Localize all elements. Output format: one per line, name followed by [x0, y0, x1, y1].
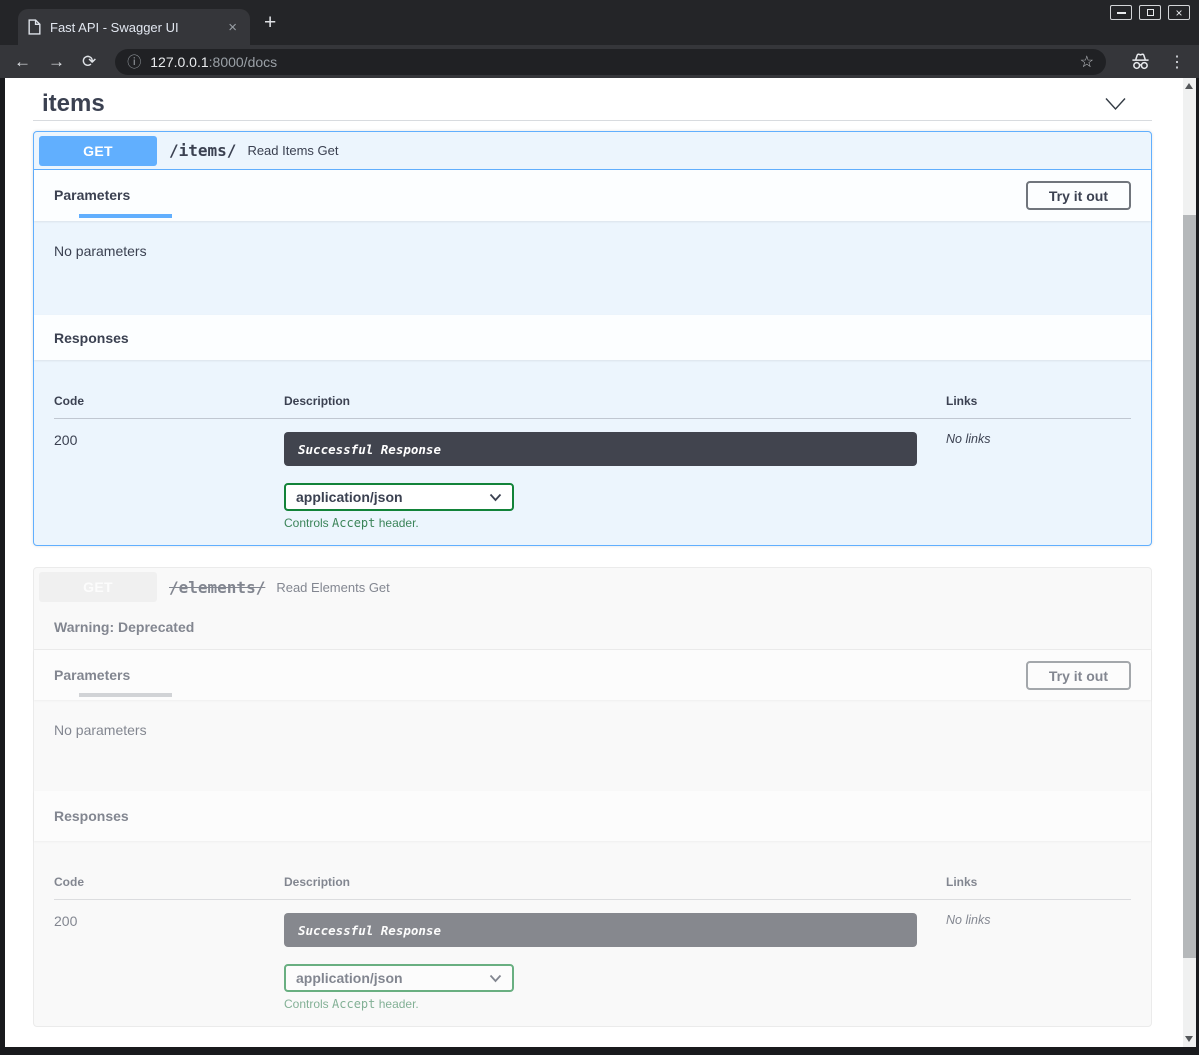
document-icon [28, 19, 41, 35]
scrollbar-thumb[interactable] [1183, 215, 1196, 958]
no-parameters-text: No parameters [34, 700, 1151, 791]
reload-button[interactable]: ⟳ [82, 53, 96, 70]
responses-title: Responses [54, 330, 129, 346]
response-description-text: Successful Response [298, 923, 441, 938]
back-button[interactable]: ← [14, 53, 31, 70]
browser-toolbar: ← → ⟳ ⓘ 127.0.0.1:8000/docs ☆ ⋮ [0, 45, 1199, 78]
responses-table: Code Description Links 200 Successful Re… [34, 360, 1151, 545]
scroll-down-arrow-icon[interactable] [1185, 1036, 1193, 1042]
opblock-get-items: GET /items/ Read Items Get Parameters Tr… [33, 131, 1152, 546]
response-row: 200 Successful Response application/json… [54, 419, 1131, 530]
accept-header-note: Controls Accept header. [284, 997, 946, 1011]
active-tab-indicator [79, 214, 172, 218]
operation-summary-text: Read Items Get [247, 143, 338, 158]
operation-path: /items/ [169, 141, 236, 160]
response-description-block: Successful Response [284, 432, 917, 466]
star-icon[interactable]: ☆ [1080, 52, 1094, 72]
close-button[interactable]: × [1168, 5, 1190, 20]
chevron-down-icon [489, 493, 502, 502]
tab-close-icon[interactable]: × [225, 20, 240, 35]
responses-table-head: Code Description Links [54, 875, 1131, 900]
parameters-header: Parameters Try it out [34, 650, 1151, 700]
response-description-cell: Successful Response application/json Con… [284, 913, 946, 1011]
window-controls: × [1110, 5, 1190, 20]
response-row: 200 Successful Response application/json [54, 900, 1131, 1011]
response-links: No links [946, 432, 1131, 530]
accept-header-note: Controls Accept header. [284, 516, 946, 530]
response-description-block: Successful Response [284, 913, 917, 947]
maximize-icon [1147, 9, 1154, 16]
url-text: 127.0.0.1:8000/docs [150, 54, 277, 70]
response-code: 200 [54, 913, 284, 1011]
url-host: 127.0.0.1 [150, 54, 208, 70]
parameters-header: Parameters Try it out [34, 170, 1151, 221]
operation-summary[interactable]: GET /elements/ Read Elements Get [34, 568, 1151, 606]
address-bar[interactable]: ⓘ 127.0.0.1:8000/docs ☆ [115, 49, 1106, 75]
links-column-header: Links [946, 875, 1131, 889]
opblock-get-elements-deprecated: GET /elements/ Read Elements Get Warning… [33, 567, 1152, 1027]
parameters-title: Parameters [54, 187, 130, 203]
links-column-header: Links [946, 394, 1131, 408]
method-badge: GET [39, 572, 157, 602]
active-tab-indicator [79, 693, 172, 697]
response-description-cell: Successful Response application/json Con… [284, 432, 946, 530]
chevron-down-icon[interactable] [1104, 97, 1127, 111]
page-viewport: items GET /items/ Read Items Get Paramet… [5, 78, 1183, 1047]
forward-button[interactable]: → [48, 53, 65, 70]
no-parameters-text: No parameters [34, 221, 1151, 315]
tag-section-header[interactable]: items [33, 78, 1152, 121]
responses-header: Responses [34, 315, 1151, 360]
try-it-out-button[interactable]: Try it out [1026, 181, 1131, 210]
minimize-button[interactable] [1110, 5, 1132, 20]
scroll-up-arrow-icon[interactable] [1185, 83, 1193, 89]
tag-title: items [42, 90, 105, 118]
responses-title: Responses [54, 808, 129, 824]
operation-path: /elements/ [169, 578, 265, 597]
info-circle-icon[interactable]: ⓘ [127, 52, 141, 72]
operation-summary-text: Read Elements Get [276, 580, 389, 595]
try-it-out-button[interactable]: Try it out [1026, 661, 1131, 690]
minimize-icon [1117, 12, 1126, 14]
code-column-header: Code [54, 875, 284, 889]
url-path: :8000/docs [209, 54, 278, 70]
incognito-icon[interactable] [1129, 52, 1152, 71]
parameters-title: Parameters [54, 667, 130, 683]
response-code: 200 [54, 432, 284, 530]
tab-title: Fast API - Swagger UI [50, 20, 216, 35]
deprecated-warning: Warning: Deprecated [34, 606, 1151, 650]
title-bar: Fast API - Swagger UI × + × [0, 0, 1199, 45]
description-column-header: Description [284, 394, 946, 408]
media-type-select[interactable]: application/json [284, 964, 514, 992]
responses-table: Code Description Links 200 Successful Re… [34, 841, 1151, 1026]
three-dot-menu-icon[interactable]: ⋮ [1169, 52, 1185, 72]
browser-tab[interactable]: Fast API - Swagger UI × [18, 9, 250, 45]
response-links: No links [946, 913, 1131, 1011]
description-column-header: Description [284, 875, 946, 889]
media-type-value: application/json [296, 489, 403, 505]
operation-summary[interactable]: GET /items/ Read Items Get [34, 132, 1151, 170]
media-type-value: application/json [296, 970, 403, 986]
response-description-text: Successful Response [298, 442, 441, 457]
media-type-select[interactable]: application/json [284, 483, 514, 511]
responses-header: Responses [34, 791, 1151, 841]
new-tab-button[interactable]: + [264, 11, 276, 35]
responses-table-head: Code Description Links [54, 394, 1131, 419]
maximize-button[interactable] [1139, 5, 1161, 20]
page-scrollbar[interactable] [1183, 78, 1196, 1047]
method-badge: GET [39, 136, 157, 166]
code-column-header: Code [54, 394, 284, 408]
chevron-down-icon [489, 974, 502, 983]
